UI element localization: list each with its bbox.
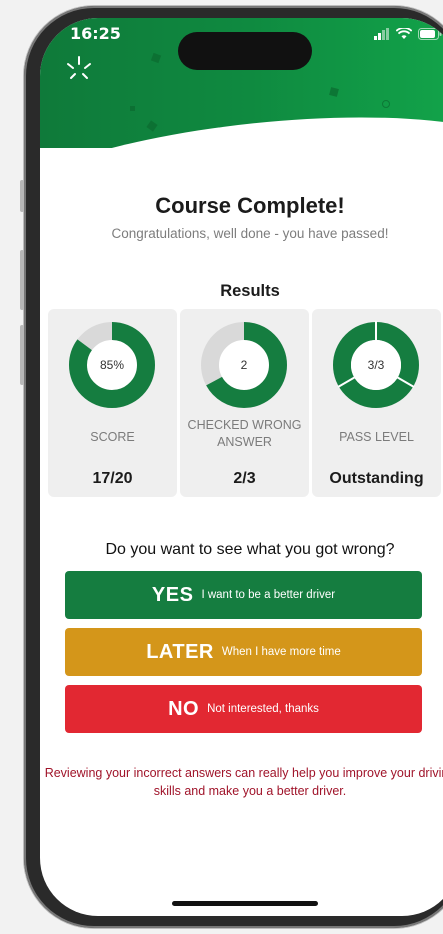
wrong-answer-center: 2 — [241, 358, 248, 372]
pass-level-card: 3/3 PASS LEVEL Outstanding — [312, 309, 441, 497]
wrong-answer-card: 2 CHECKED WRONG ANSWER 2/3 — [180, 309, 309, 497]
later-button[interactable]: LATER When I have more time — [65, 628, 422, 676]
pass-level-donut: 3/3 — [333, 321, 419, 408]
score-value: 17/20 — [92, 470, 133, 487]
page-title: Course Complete! — [155, 193, 345, 218]
confetti-piece — [130, 106, 135, 111]
score-donut: 85% — [69, 322, 155, 408]
phone-side-button — [20, 180, 24, 212]
review-footnote: Reviewing your incorrect answers can rea… — [44, 766, 443, 798]
pass-level-label: PASS LEVEL — [339, 430, 414, 444]
yes-button-label: YES — [151, 583, 194, 606]
score-card: 85% SCORE 17/20 — [48, 309, 177, 497]
wrong-answer-donut: 2 — [201, 322, 287, 408]
status-icons — [374, 28, 442, 40]
confetti-piece — [382, 100, 390, 108]
home-indicator — [172, 901, 318, 906]
later-button-caption: When I have more time — [221, 646, 341, 658]
no-button-caption: Not interested, thanks — [207, 703, 319, 715]
app-screen: 16:25 Course Complete! Congratulations, … — [40, 18, 443, 916]
yes-button[interactable]: YES I want to be a better driver — [65, 571, 422, 619]
no-button-label: NO — [168, 697, 200, 720]
wrong-answer-label: CHECKED WRONG ANSWER — [187, 418, 302, 449]
wifi-icon — [396, 28, 412, 39]
later-button-label: LATER — [146, 640, 214, 663]
phone-volume-up — [20, 250, 24, 310]
results-cards: 85% SCORE 17/20 2 CHECKED WRONG ANSWER 2… — [48, 309, 441, 497]
status-time: 16:25 — [70, 24, 121, 43]
score-center: 85% — [100, 358, 124, 372]
pass-level-center: 3/3 — [368, 358, 385, 372]
no-button[interactable]: NO Not interested, thanks — [65, 685, 422, 733]
signal-icon — [374, 28, 389, 40]
yes-button-caption: I want to be a better driver — [201, 589, 336, 601]
wrong-answer-value: 2/3 — [233, 470, 256, 487]
review-question: Do you want to see what you got wrong? — [105, 541, 395, 558]
results-heading: Results — [220, 282, 280, 300]
sparkle-icon — [67, 56, 91, 79]
phone-volume-down — [20, 325, 24, 385]
battery-icon — [418, 28, 442, 40]
page-subtitle: Congratulations, well done - you have pa… — [111, 226, 389, 241]
dynamic-island — [178, 32, 312, 70]
score-label: SCORE — [90, 430, 135, 444]
pass-level-value: Outstanding — [329, 470, 424, 487]
